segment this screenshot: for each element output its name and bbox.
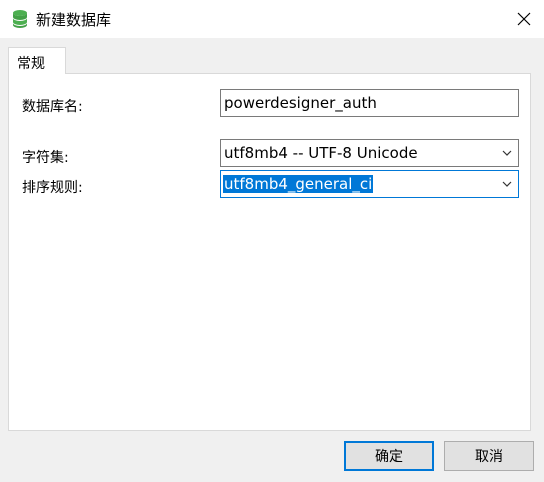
general-panel	[8, 73, 531, 431]
db-name-label: 数据库名:	[22, 99, 83, 115]
tab-general-label: 常规	[17, 56, 45, 72]
window-title: 新建数据库	[36, 11, 112, 29]
collation-value: utf8mb4_general_ci	[223, 175, 374, 193]
close-button[interactable]	[504, 0, 544, 38]
close-icon	[517, 12, 531, 26]
ok-button[interactable]: 确定	[344, 441, 434, 471]
cancel-button[interactable]: 取消	[444, 441, 534, 471]
tab-general[interactable]: 常规	[8, 47, 66, 74]
title-bar: 新建数据库	[0, 0, 544, 38]
charset-select[interactable]: utf8mb4 -- UTF-8 Unicode	[220, 139, 519, 167]
charset-label: 字符集:	[22, 150, 69, 166]
db-name-input[interactable]: powerdesigner_auth	[220, 89, 519, 117]
charset-value: utf8mb4 -- UTF-8 Unicode	[224, 144, 418, 162]
chevron-down-icon	[502, 181, 512, 187]
db-name-value: powerdesigner_auth	[224, 94, 377, 112]
collation-label: 排序规则:	[22, 180, 83, 196]
collation-select[interactable]: utf8mb4_general_ci	[220, 170, 519, 198]
chevron-down-icon	[502, 150, 512, 156]
database-icon	[13, 10, 27, 28]
